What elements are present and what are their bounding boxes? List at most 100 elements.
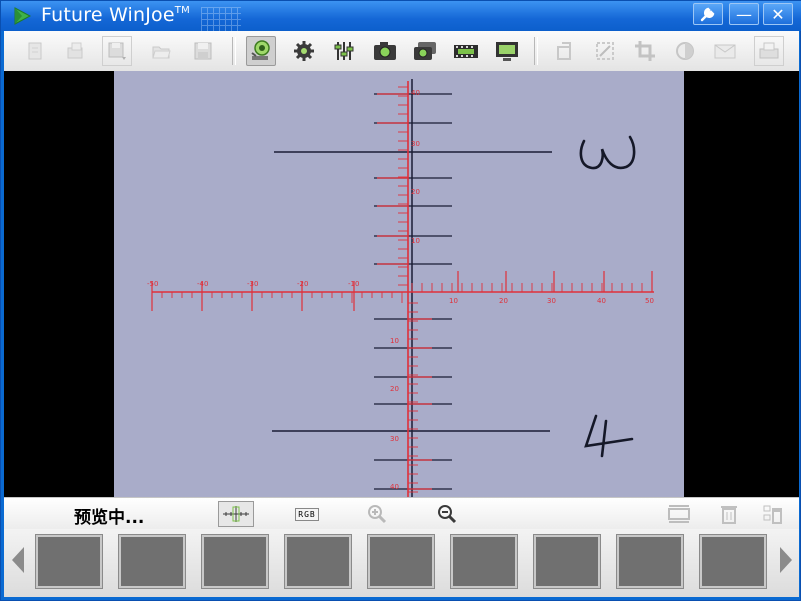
toolbar-separator [232,37,236,65]
app-window: Future WinJoeTM — ✕ -50 -40 -30 -20 -10 … [0,0,801,601]
capture-photo-icon [374,42,396,60]
crop-icon [635,41,655,61]
settings-button[interactable] [693,3,723,25]
reticle-label: 30 [390,435,399,443]
new-button[interactable] [20,36,50,66]
display-button[interactable] [492,36,522,66]
open-button[interactable] [146,36,176,66]
new-icon [28,42,42,60]
trademark: TM [174,5,190,16]
reticle-label: 20 [499,297,508,305]
handwritten-digit-4 [584,414,634,458]
thumbnail-slot[interactable] [617,535,683,588]
scroll-right-arrow-icon[interactable] [780,547,792,573]
save-icon [194,42,212,60]
title-bar[interactable]: Future WinJoeTM — ✕ [1,1,801,31]
display-icon [496,42,518,61]
reticle-label: -20 [297,280,308,288]
import-button[interactable] [60,36,90,66]
resize-icon [596,42,614,60]
fit-window-button[interactable] [666,501,692,527]
thumbnail-slot[interactable] [700,535,766,588]
rgb-icon: RGB [295,507,319,521]
thumbnail-slot[interactable] [36,535,102,588]
reticle-icon [223,506,249,522]
window-title-text: Future WinJoe [41,4,175,26]
thumbnail-slot[interactable] [368,535,434,588]
rgb-button[interactable]: RGB [292,501,322,527]
record-video-icon [454,45,478,58]
wrench-icon [700,7,715,22]
title-decoration [201,7,241,31]
record-video-button[interactable] [451,36,481,66]
close-button[interactable]: ✕ [763,3,793,25]
scroll-left-arrow-icon[interactable] [12,547,24,573]
status-bar: 预览中... RGB [4,497,799,530]
minimize-label: — [736,5,752,24]
reticle-label: 50 [645,297,654,305]
zoom-in-icon [368,505,387,524]
zoom-out-button[interactable] [434,501,460,527]
reticle-label: -40 [197,280,208,288]
reticle-label: 10 [390,337,399,345]
contrast-icon [676,42,694,60]
print-icon [759,42,779,59]
close-label: ✕ [771,5,785,24]
app-logo-icon [14,7,31,25]
video-preview[interactable]: -50 -40 -30 -20 -10 10 20 30 40 50 40 30… [4,71,799,497]
reticle-label: 40 [411,89,420,97]
print-button[interactable] [754,36,784,66]
folder-icon [152,46,171,59]
adjust-sliders-icon [334,42,354,60]
open-folder-icon [67,42,83,59]
reticle-label: 40 [597,297,606,305]
handwritten-digit-3 [579,135,636,170]
thumbnail-slot[interactable] [285,535,351,588]
batch-delete-button[interactable] [760,501,786,527]
capture-burst-icon [414,42,436,60]
reticle-label: 30 [411,140,420,148]
fit-window-icon [668,505,690,523]
save-button[interactable] [188,36,218,66]
reticle-label: 20 [411,188,420,196]
camera-preview-icon [251,40,270,60]
email-button[interactable] [710,36,740,66]
reticle-overlay: -50 -40 -30 -20 -10 10 20 30 40 50 40 30… [147,79,654,497]
minimize-button[interactable]: — [729,3,759,25]
thumbnail-strip [4,529,799,597]
toolbar [4,31,799,72]
adjust-button[interactable] [329,36,359,66]
settings-gear-icon [294,41,314,61]
save-dropdown-button[interactable] [102,36,132,66]
email-icon [714,44,736,59]
delete-button[interactable] [716,501,742,527]
camera-preview-button[interactable] [246,36,276,66]
zoom-out-icon [438,505,457,524]
thumbnail-slot[interactable] [451,535,517,588]
capture-photo-button[interactable] [370,36,400,66]
reticle-label: 40 [390,483,399,491]
capture-burst-button[interactable] [410,36,440,66]
zoom-in-button[interactable] [364,501,390,527]
microscope-image: -50 -40 -30 -20 -10 10 20 30 40 50 40 30… [114,71,684,497]
reticle-label: -30 [247,280,258,288]
thumbnail-slot[interactable] [534,535,600,588]
toolbar-separator-2 [534,37,538,65]
thumbnail-slot[interactable] [202,535,268,588]
contrast-button[interactable] [670,36,700,66]
window-title: Future WinJoeTM [41,4,190,26]
crop-button[interactable] [630,36,660,66]
reticle-toggle-button[interactable] [218,501,254,527]
reticle-label: 20 [390,385,399,393]
trash-icon [721,506,737,524]
reticle-label: -10 [348,280,359,288]
rotate-button[interactable] [550,36,580,66]
resize-button[interactable] [590,36,620,66]
reticle-label: -50 [147,280,158,288]
save-dropdown-icon [108,42,126,60]
reticle-label: 30 [547,297,556,305]
settings-gear-button[interactable] [289,36,319,66]
thumbnail-slot[interactable] [119,535,185,588]
rotate-icon [557,42,571,60]
status-text: 预览中... [74,508,145,528]
